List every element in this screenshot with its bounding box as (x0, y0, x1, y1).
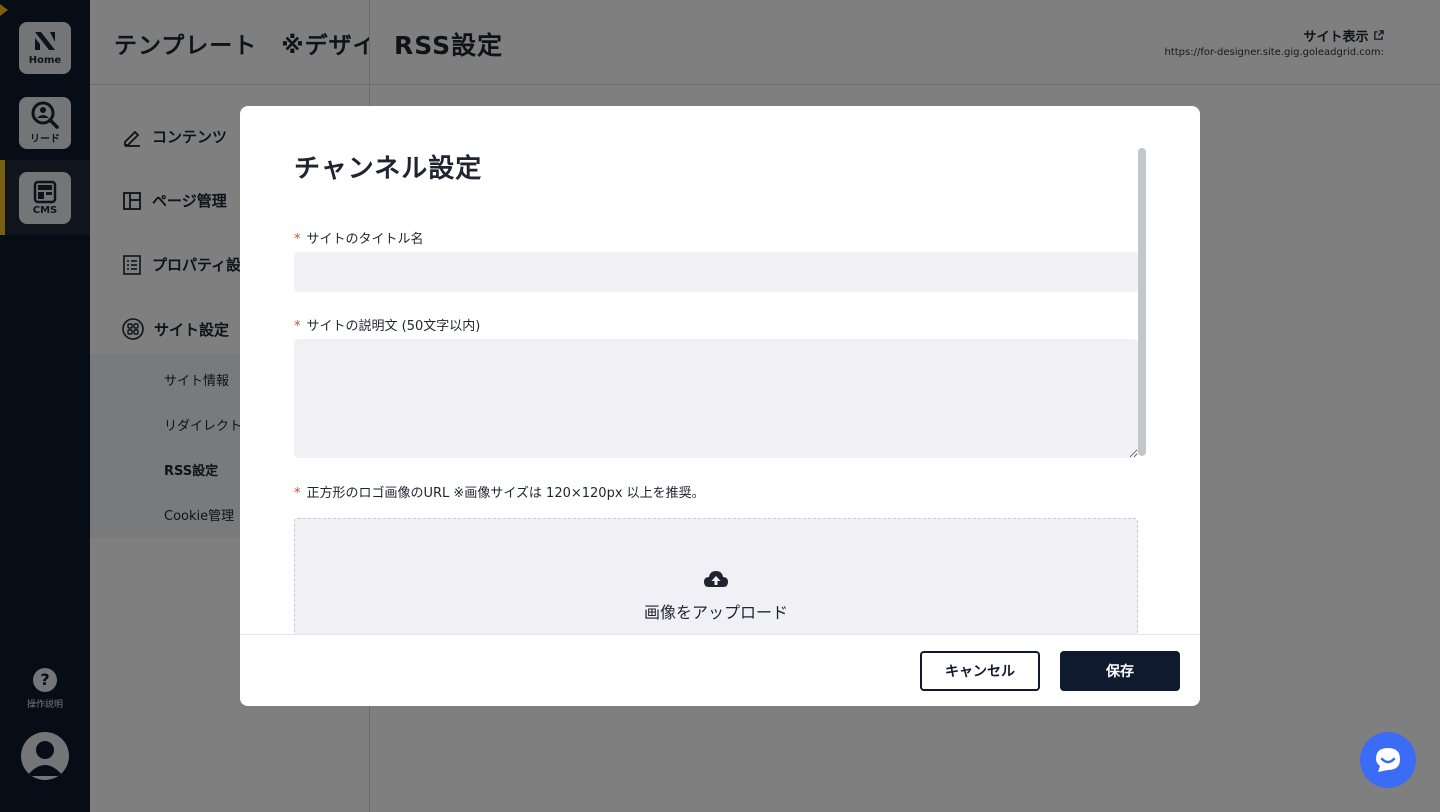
modal-scrollbar[interactable] (1138, 148, 1146, 456)
site-title-label: * サイトのタイトル名 (294, 232, 424, 247)
cloud-upload-icon (704, 571, 728, 587)
modal-footer: キャンセル 保存 (240, 634, 1200, 706)
upload-label: 画像をアップロード (643, 603, 788, 622)
required-mark: * (294, 319, 301, 334)
chat-icon (1376, 748, 1400, 772)
modal-body[interactable]: チャンネル設定 * サイトのタイトル名 * サイトの説明文 (50文字以内) * 正方… (240, 106, 1200, 634)
modal-title: チャンネル設定 (294, 154, 483, 184)
site-title-input[interactable] (294, 252, 1138, 292)
logo-url-label: * 正方形のロゴ画像のURL ※画像サイズは 120×120px 以上を推奨。 (294, 486, 705, 501)
site-desc-textarea[interactable] (294, 339, 1138, 458)
channel-settings-modal: チャンネル設定 * サイトのタイトル名 * サイトの説明文 (50文字以内) * 正方… (240, 106, 1200, 706)
chat-launcher-button[interactable] (1360, 732, 1416, 788)
image-upload-dropzone[interactable]: 画像をアップロード (294, 518, 1138, 634)
site-desc-label: * サイトの説明文 (50文字以内) (294, 319, 481, 334)
required-mark: * (294, 232, 301, 247)
required-mark: * (294, 486, 301, 501)
save-button[interactable]: 保存 (1060, 651, 1180, 691)
cancel-button[interactable]: キャンセル (920, 651, 1040, 691)
